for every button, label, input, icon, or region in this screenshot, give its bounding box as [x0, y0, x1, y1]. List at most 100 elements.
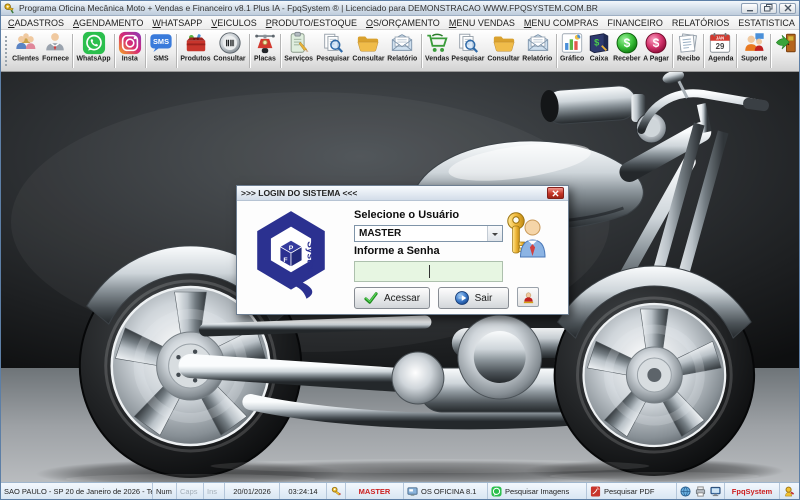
motorcycle-icon	[253, 31, 277, 55]
exit-door-icon	[774, 31, 798, 55]
printer-icon[interactable]	[695, 486, 706, 497]
toolbar-produtos[interactable]: Produtos	[179, 31, 212, 71]
toolbar-label: Consultar	[352, 55, 384, 62]
monitor-icon[interactable]	[710, 486, 721, 497]
status-search-images[interactable]: Pesquisar Imagens	[488, 483, 587, 499]
toolbar-vendas[interactable]: Vendas	[423, 31, 450, 71]
fpqsystem-logo: P F System	[249, 205, 333, 303]
toolbar-consultar-produto[interactable]: Consultar	[212, 31, 247, 71]
toolbar-grafico[interactable]: Gráfico	[559, 31, 586, 71]
toolbar-separator	[736, 34, 737, 68]
cart-icon	[425, 31, 449, 55]
menu-os-orcamento[interactable]: OS/ORÇAMENTO	[366, 18, 440, 28]
toolbar-a-pagar[interactable]: $ A Pagar	[642, 31, 671, 71]
toolbar-label: Clientes	[12, 55, 39, 62]
toolbar-separator	[72, 34, 73, 68]
menu-relatorios[interactable]: RELATÓRIOS	[672, 18, 729, 28]
toolbar-instagram[interactable]: Insta	[117, 31, 143, 71]
toolbar-clientes[interactable]: Clientes	[11, 31, 41, 71]
os-icon	[407, 486, 418, 497]
menu-whatsapp[interactable]: WHATSAPP	[152, 18, 202, 28]
toolbar-separator	[421, 34, 422, 68]
toolbox-icon	[184, 31, 208, 55]
text-caret	[429, 265, 430, 278]
dollar-red-icon: $	[644, 31, 668, 55]
toolbar-sms[interactable]: SMS SMS	[148, 31, 174, 71]
restore-icon[interactable]	[760, 3, 777, 14]
exit-button[interactable]: Sair	[438, 287, 509, 309]
menu-compras[interactable]: MENU COMPRAS	[524, 18, 599, 28]
toolbar-placas[interactable]: Placas	[252, 31, 278, 71]
check-icon	[364, 292, 378, 304]
toolbar-label: Produtos	[180, 55, 210, 62]
svg-text:$: $	[624, 36, 631, 50]
toolbar-label: Consultar	[214, 55, 246, 62]
globe-icon[interactable]	[680, 486, 691, 497]
toolbar-label: Caixa	[590, 55, 608, 62]
report-icon	[390, 31, 414, 55]
toolbar-separator	[249, 34, 250, 68]
whatsapp-mini-icon	[491, 486, 502, 497]
toolbar-suporte[interactable]: Suporte	[739, 31, 768, 71]
login-dialog: >>> LOGIN DO SISTEMA <<< P F System	[236, 185, 569, 315]
login-dialog-titlebar[interactable]: >>> LOGIN DO SISTEMA <<<	[237, 186, 568, 201]
folder-icon	[356, 31, 380, 55]
status-brand: FpqSystem	[725, 483, 780, 499]
menu-agendamento[interactable]: AGENDAMENTO	[73, 18, 143, 28]
toolbar-pesquisar-vendas[interactable]: Pesquisar	[450, 31, 486, 71]
svg-text:$: $	[653, 36, 660, 50]
toolbar-caixa[interactable]: $ Caixa	[586, 31, 612, 71]
toolbar-separator	[770, 34, 771, 68]
toolbar-relatorio-vendas[interactable]: Relatório	[521, 31, 554, 71]
menu-cadastros[interactable]: CADASTROS	[8, 18, 64, 28]
status-search-pdf[interactable]: Pesquisar PDF	[587, 483, 677, 499]
exit-button-label: Sair	[475, 293, 493, 304]
close-icon[interactable]	[779, 3, 796, 14]
client-area: >>> LOGIN DO SISTEMA <<< P F System	[1, 72, 799, 484]
toolbar-pesquisar-os[interactable]: Pesquisar	[315, 31, 351, 71]
menu-estatistica[interactable]: ESTATISTICA	[738, 18, 795, 28]
status-location: SAO PAULO - SP 20 de Janeiro de 2026 - T…	[1, 483, 153, 499]
toolbar-agenda[interactable]: JAN 29 Agenda	[706, 31, 734, 71]
toolbar-recibo[interactable]: Recibo	[675, 31, 701, 71]
receipt-icon	[676, 31, 700, 55]
svg-text:P: P	[289, 245, 294, 252]
clients-icon	[14, 31, 38, 55]
dialog-close-icon[interactable]	[547, 187, 564, 199]
toolbar-receber[interactable]: $ Receber	[612, 31, 642, 71]
status-num-lock: Num	[153, 483, 177, 499]
toolbar-consultar-vendas[interactable]: Consultar	[486, 31, 521, 71]
toolbar-label: Recibo	[677, 55, 700, 62]
svg-text:$: $	[594, 37, 599, 47]
chevron-down-icon[interactable]	[487, 226, 502, 241]
toolbar-separator	[556, 34, 557, 68]
toolbar-label: Pesquisar	[452, 55, 485, 62]
change-password-button[interactable]	[517, 287, 539, 307]
menu-veiculos[interactable]: VEICULOS	[211, 18, 257, 28]
menu-produto-estoque[interactable]: PRODUTO/ESTOQUE	[266, 18, 357, 28]
password-field[interactable]	[354, 261, 503, 282]
instagram-icon	[118, 31, 142, 55]
status-app-version: OS OFICINA 8.1	[404, 483, 488, 499]
toolbar-separator	[280, 34, 281, 68]
toolbar-exit-button[interactable]	[773, 31, 799, 71]
toolbar-whatsapp[interactable]: WhatsApp	[75, 31, 112, 71]
arrow-right-icon	[455, 291, 469, 305]
login-dialog-body: P F System Selecione o Usuário MASTER In…	[237, 201, 568, 315]
access-button[interactable]: Acessar	[354, 287, 430, 309]
menu-vendas[interactable]: MENU VENDAS	[449, 18, 515, 28]
menu-financeiro[interactable]: FINANCEIRO	[607, 18, 663, 28]
application-window: Programa Oficina Mecânica Moto + Vendas …	[0, 0, 800, 500]
toolbar-label: A Pagar	[643, 55, 669, 62]
toolbar-label: Consultar	[488, 55, 520, 62]
menu-bar: CADASTROS AGENDAMENTO WHATSAPP VEICULOS …	[1, 16, 799, 30]
toolbar-relatorio-os[interactable]: Relatório	[386, 31, 419, 71]
toolbar-label: SMS	[154, 55, 169, 62]
toolbar-separator	[176, 34, 177, 68]
toolbar-consultar-os[interactable]: Consultar	[351, 31, 386, 71]
minimize-icon[interactable]	[741, 3, 758, 14]
toolbar-servicos[interactable]: Serviços	[283, 31, 315, 71]
user-select[interactable]: MASTER	[354, 225, 503, 242]
status-date: 20/01/2026	[225, 483, 280, 499]
toolbar-fornecedores[interactable]: Fornece	[41, 31, 71, 71]
